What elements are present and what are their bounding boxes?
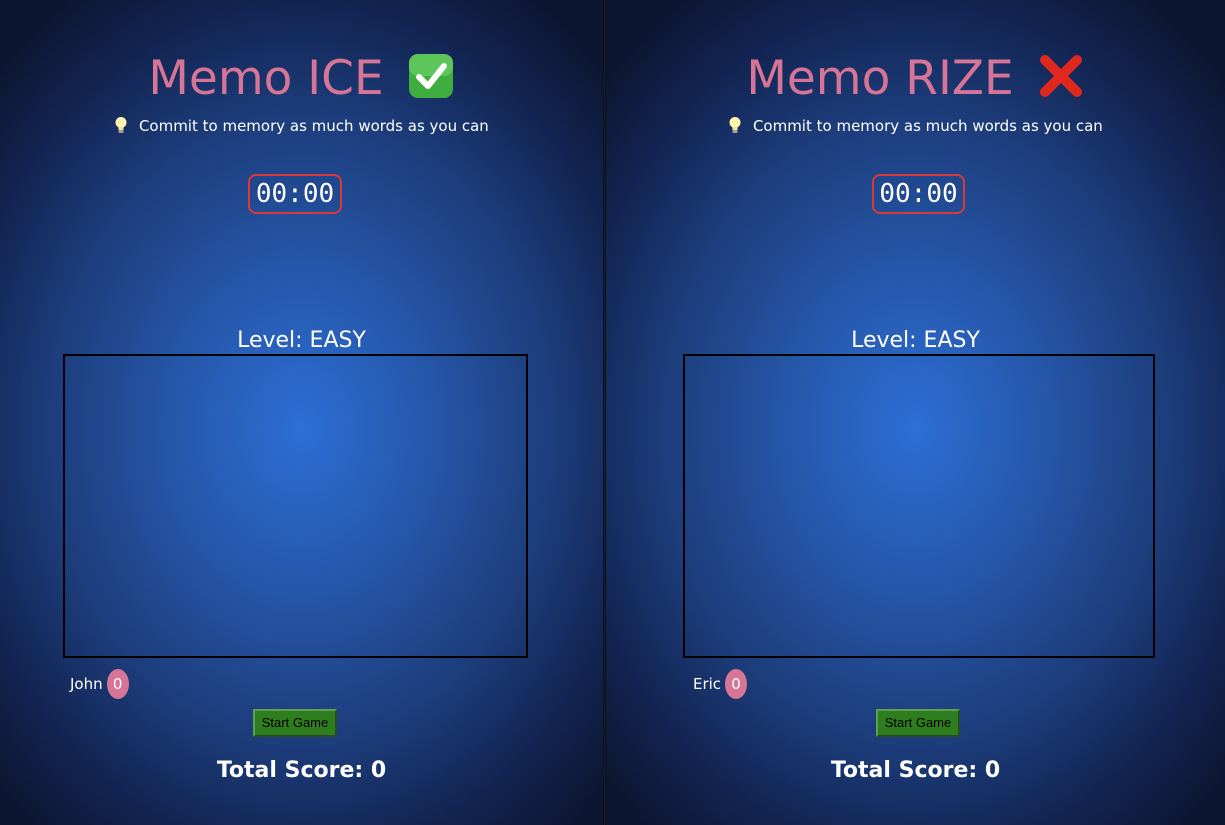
memo-ice-panel: Memo ICE Commit to memory as much words … [0, 0, 603, 825]
level-label: Level: EASY [237, 328, 366, 353]
word-board[interactable] [63, 354, 528, 658]
level-label: Level: EASY [851, 328, 980, 353]
player-score-badge: 0 [106, 669, 129, 699]
start-game-button[interactable]: Start Game [253, 709, 337, 737]
instruction-hint: Commit to memory as much words as you ca… [606, 116, 1225, 139]
total-score: Total Score: 0 [830, 758, 1001, 783]
countdown-timer: 00:00 [872, 174, 965, 214]
word-board[interactable] [683, 354, 1155, 658]
game-title-text: Memo RIZE [746, 51, 1014, 107]
app-window: Memo ICE Commit to memory as much words … [0, 0, 1225, 825]
hint-text: Commit to memory as much words as you ca… [138, 117, 489, 135]
cross-mark-icon [1037, 52, 1085, 113]
game-title: Memo ICE [0, 51, 603, 113]
light-bulb-icon [114, 116, 128, 139]
player-info: Eric 0 [693, 669, 748, 699]
total-score: Total Score: 0 [216, 758, 387, 783]
check-mark-icon [407, 52, 455, 113]
player-score-badge: 0 [725, 669, 748, 699]
start-game-button[interactable]: Start Game [876, 709, 960, 737]
light-bulb-icon [728, 116, 742, 139]
hint-text: Commit to memory as much words as you ca… [752, 117, 1103, 135]
player-name: John [70, 675, 103, 693]
game-title-text: Memo ICE [148, 51, 384, 107]
countdown-timer: 00:00 [248, 174, 342, 214]
player-info: John 0 [70, 669, 129, 699]
game-title: Memo RIZE [606, 51, 1225, 113]
instruction-hint: Commit to memory as much words as you ca… [0, 116, 603, 139]
memo-rize-panel: Memo RIZE Commit to memory as much words… [606, 0, 1225, 825]
player-name: Eric [693, 675, 722, 693]
